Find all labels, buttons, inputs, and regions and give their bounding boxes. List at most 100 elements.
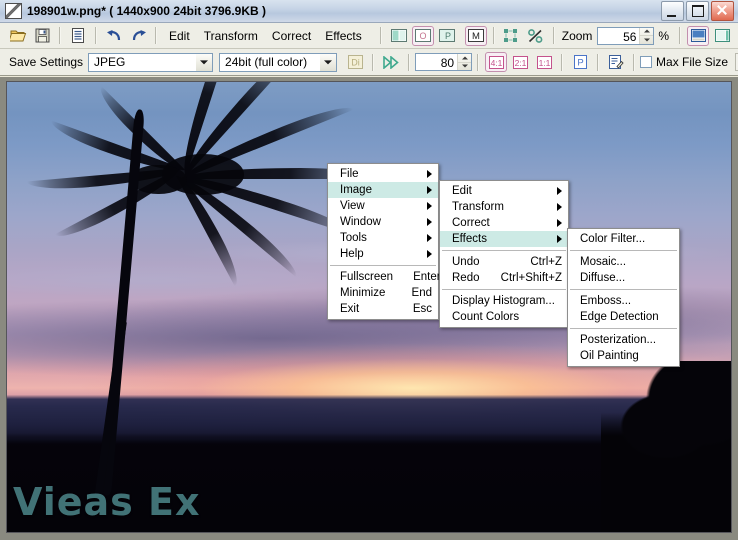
menu-item-help[interactable]: Help [328,246,438,262]
shoreline-trees [601,361,731,532]
properties-icon[interactable] [67,26,89,46]
svg-text:M: M [472,31,480,42]
menu-correct[interactable]: Correct [265,29,318,43]
menu-item-mosaic[interactable]: Mosaic... [568,254,679,270]
dpi-icon[interactable]: Di [344,52,366,72]
magnify-view-icon[interactable]: M [465,26,487,46]
close-button[interactable] [711,1,734,21]
toolbar-separator [597,54,599,71]
svg-text:4:1: 4:1 [490,58,502,68]
menu-item-exit[interactable]: Exit Esc [328,301,438,317]
svg-text:P: P [445,31,451,41]
toolbar-separator [372,54,374,71]
undo-icon[interactable] [103,26,125,46]
maximize-button[interactable] [686,1,709,21]
jpeg-quality-value[interactable]: 80 [416,54,457,70]
toolbar-primary: Edit Transform Correct Effects O P [0,23,738,49]
menu-item-undo[interactable]: Undo Ctrl+Z [440,254,568,270]
zoom-stepper[interactable]: 56 [597,27,654,45]
menu-edit[interactable]: Edit [162,29,197,43]
menu-item-file[interactable]: File [328,166,438,182]
menu-item-redo[interactable]: Redo Ctrl+Shift+Z [440,270,568,286]
menu-item-effects[interactable]: Effects [440,231,568,247]
menu-item-edge-detection[interactable]: Edge Detection [568,309,679,325]
fit-to-window-icon[interactable] [501,26,523,46]
zoom-spinner[interactable] [639,28,653,44]
minimize-button[interactable] [661,1,684,21]
toolbar-separator [95,27,97,44]
toolbar-separator [679,27,681,44]
menu-item-color-filter[interactable]: Color Filter... [568,231,679,247]
window-controls [661,1,734,21]
zoom-percent-icon[interactable] [525,26,547,46]
menu-separator [570,250,677,251]
submenu-arrow-icon [557,203,562,211]
zoom-value[interactable]: 56 [598,28,639,44]
menu-separator [330,265,436,266]
menu-item-display-histogram[interactable]: Display Histogram... [440,293,568,309]
max-file-size-label: Max File Size [656,55,728,69]
context-menu-effects[interactable]: Color Filter... Mosaic... Diffuse... Emb… [567,228,680,367]
show-statusbar-icon[interactable] [687,26,709,46]
submenu-arrow-icon [427,218,432,226]
menu-item-minimize[interactable]: Minimize End [328,285,438,301]
sampling-1-1-1-icon[interactable]: 1:1 [533,52,555,72]
menu-item-emboss[interactable]: Emboss... [568,293,679,309]
toolbar-separator [477,54,479,71]
sampling-4-1-1-icon[interactable]: 4:1 [485,52,507,72]
image-canvas-area[interactable]: Vieas Ex File Image View Window [0,77,738,540]
menu-item-count-colors[interactable]: Count Colors [440,309,568,325]
toolbar-separator [633,54,635,71]
context-menu-image[interactable]: Edit Transform Correct Effects Undo [439,180,569,328]
palm-fronds [21,87,340,222]
menu-separator [442,250,566,251]
submenu-arrow-icon [427,234,432,242]
menu-effects[interactable]: Effects [318,29,368,43]
window-title: 198901w.png* ( 1440x900 24bit 3796.9KB ) [27,4,661,18]
menu-item-oil-painting[interactable]: Oil Painting [568,348,679,364]
chevron-down-icon[interactable] [195,54,212,71]
menu-item-view[interactable]: View [328,198,438,214]
format-combo[interactable]: JPEG [88,53,213,72]
menu-transform[interactable]: Transform [197,29,265,43]
menu-item-diffuse[interactable]: Diffuse... [568,270,679,286]
max-file-size-checkbox[interactable] [640,56,652,68]
zoom-unit: % [658,29,669,43]
original-view-icon[interactable]: O [412,26,434,46]
preview-view-icon[interactable]: P [436,26,458,46]
menu-item-tools[interactable]: Tools [328,230,438,246]
menu-item-edit[interactable]: Edit [440,183,568,199]
edit-metadata-icon[interactable] [605,52,627,72]
color-depth-combo[interactable]: 24bit (full color) [219,53,337,72]
chevron-down-icon[interactable] [319,54,336,71]
menu-item-window[interactable]: Window [328,214,438,230]
fast-forward-icon[interactable] [380,52,402,72]
open-file-icon[interactable] [7,26,29,46]
zoom-label: Zoom [562,29,593,43]
menu-item-posterization[interactable]: Posterization... [568,332,679,348]
watermark-text: Vieas Ex [13,480,201,524]
menu-item-fullscreen[interactable]: Fullscreen Enter [328,269,438,285]
jpeg-quality-stepper[interactable]: 80 [415,53,472,71]
save-file-icon[interactable] [31,26,53,46]
submenu-arrow-icon [557,235,562,243]
image-file-icon [5,3,22,19]
menu-separator [570,328,677,329]
save-settings-label: Save Settings [9,55,83,69]
side-by-side-icon[interactable] [388,26,410,46]
color-depth-value: 24bit (full color) [220,54,319,71]
redo-icon[interactable] [127,26,149,46]
menu-item-transform[interactable]: Transform [440,199,568,215]
progressive-jpeg-icon[interactable]: P [569,52,591,72]
max-file-size-group[interactable]: Max File Size 100 KB [640,53,738,71]
toolbar-separator [408,54,410,71]
menu-separator [570,289,677,290]
menu-item-image[interactable]: Image [328,182,438,198]
menu-item-correct[interactable]: Correct [440,215,568,231]
show-panel-icon[interactable] [711,26,733,46]
photo-frame[interactable]: Vieas Ex File Image View Window [6,81,732,533]
svg-text:Di: Di [351,58,360,68]
sampling-2-1-1-icon[interactable]: 2:1 [509,52,531,72]
jpeg-quality-spinner[interactable] [457,54,471,70]
context-menu-main[interactable]: File Image View Window Tools [327,163,439,320]
